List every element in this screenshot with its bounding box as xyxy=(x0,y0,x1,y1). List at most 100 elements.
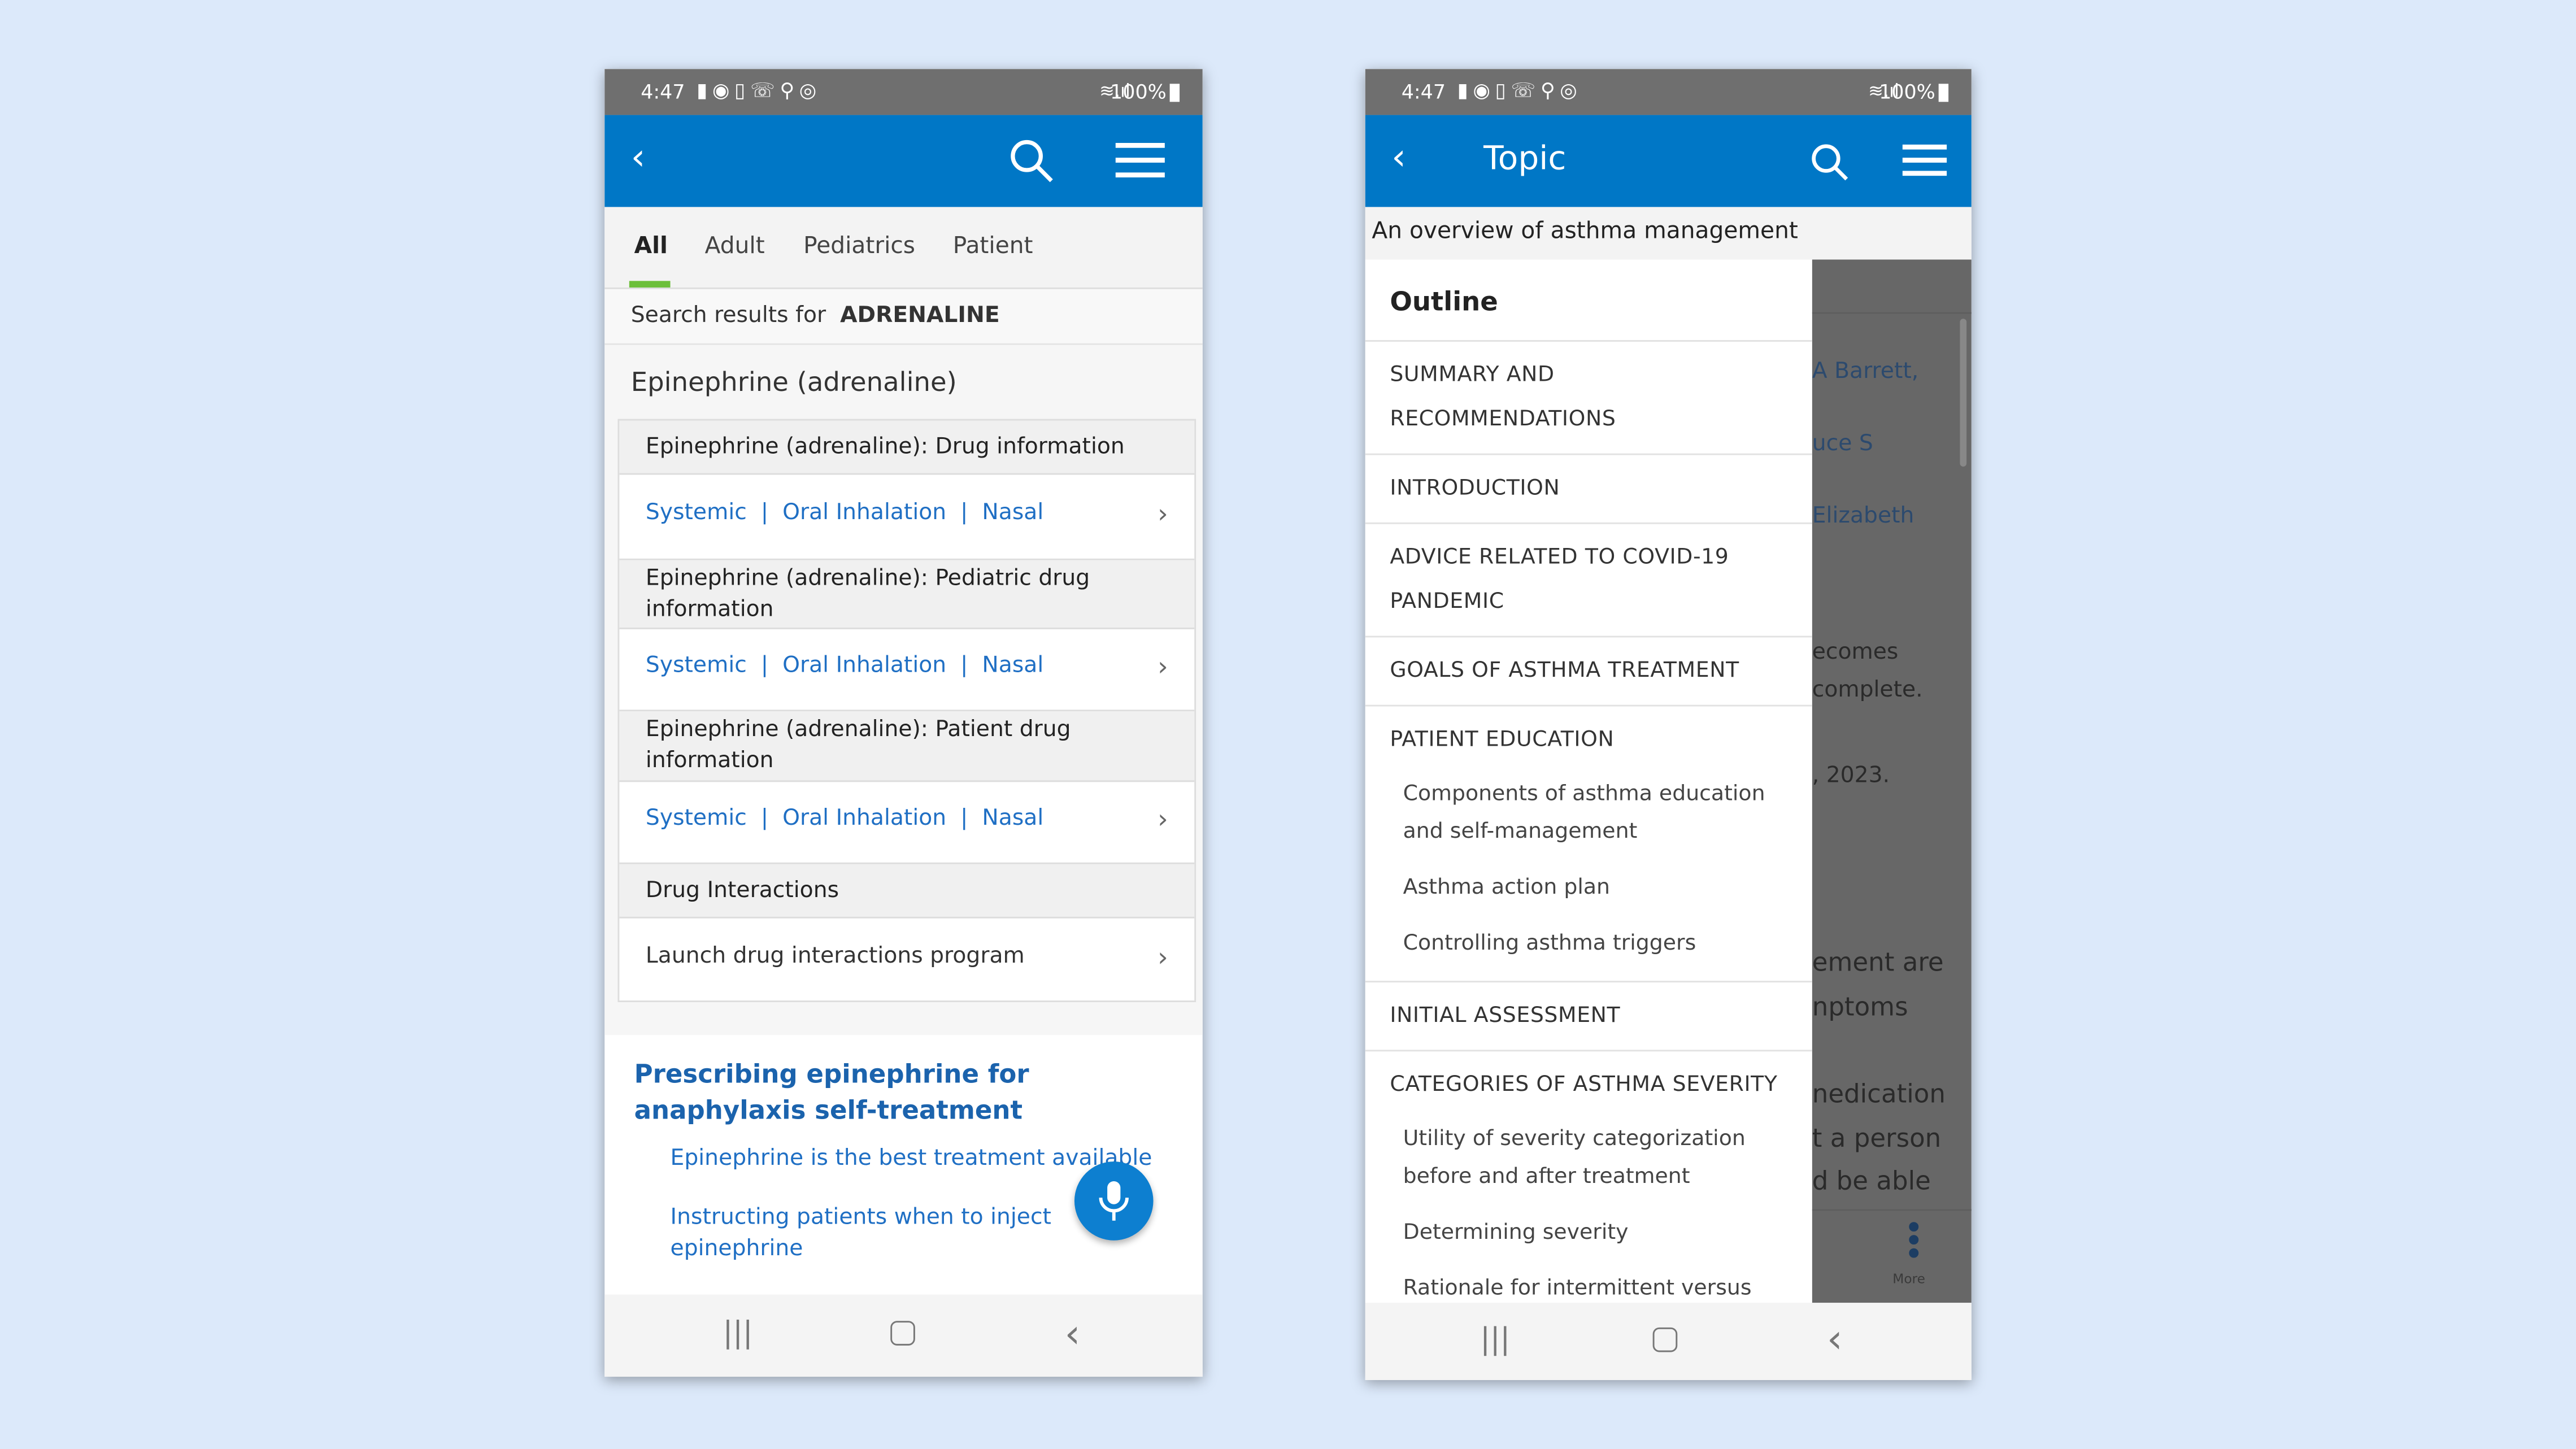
more-label[interactable]: More xyxy=(1892,1272,1925,1286)
left-phone: 4:47 ▮◉▯☏⚲◎ ≋.ıl 100% ‹ All Adult Pediat… xyxy=(604,69,1203,1377)
link-oral-inhalation[interactable]: Oral Inhalation xyxy=(782,805,946,832)
tab-adult[interactable]: Adult xyxy=(705,233,765,260)
search-icon[interactable] xyxy=(1009,138,1055,184)
tab-patient[interactable]: Patient xyxy=(953,233,1033,260)
route-links-row: Systemic | Oral Inhalation | Nasal › xyxy=(619,629,1195,712)
outline-subitem[interactable]: Controlling asthma triggers xyxy=(1403,926,1696,963)
link-oral-inhalation[interactable]: Oral Inhalation xyxy=(782,499,946,526)
chevron-right-icon[interactable]: › xyxy=(1158,941,1168,972)
outline-subitem[interactable]: Components of asthma education and self-… xyxy=(1403,777,1798,851)
outline-item[interactable]: INITIAL ASSESSMENT xyxy=(1390,994,1620,1038)
search-icon[interactable] xyxy=(1811,143,1850,182)
bg-text: nedication xyxy=(1812,1079,1946,1109)
link-nasal[interactable]: Nasal xyxy=(982,805,1043,832)
app-header: ‹ xyxy=(604,115,1203,207)
right-phone: 4:47 ▮◉▯☏⚲◎ ≋.ıl 100% ‹ Topic An overvie… xyxy=(1365,69,1972,1380)
home-icon[interactable] xyxy=(890,1321,915,1346)
link-nasal[interactable]: Nasal xyxy=(982,652,1043,679)
group-title: Epinephrine (adrenaline) xyxy=(630,366,957,398)
status-bar: 4:47 ▮◉▯☏⚲◎ ≋.ıl 100% xyxy=(1365,69,1972,115)
home-icon[interactable] xyxy=(1652,1327,1678,1352)
battery-level: 100% xyxy=(1110,80,1167,104)
outline-subitem[interactable]: Utility of severity categorization befor… xyxy=(1403,1122,1765,1196)
scrollbar[interactable] xyxy=(1960,319,1967,467)
back-icon[interactable]: ‹ xyxy=(1391,138,1406,179)
bg-text: ecomes xyxy=(1812,639,1899,665)
active-tab-indicator xyxy=(629,281,671,288)
link-oral-inhalation[interactable]: Oral Inhalation xyxy=(782,652,946,679)
bg-text: A Barrett, xyxy=(1812,358,1919,385)
bg-text: Elizabeth xyxy=(1812,502,1914,529)
result-title[interactable]: Prescribing epinephrine for anaphylaxis … xyxy=(634,1056,1160,1129)
microphone-icon xyxy=(1099,1181,1129,1221)
topic-subtitle: An overview of asthma management xyxy=(1365,207,1972,260)
bg-text: d be able xyxy=(1812,1166,1931,1196)
result-link[interactable]: Epinephrine is the best treatment availa… xyxy=(671,1145,1152,1172)
section-title: Drug Interactions xyxy=(619,864,1195,919)
status-bar: 4:47 ▮◉▯☏⚲◎ ≋.ıl 100% xyxy=(604,69,1203,115)
app-header: ‹ Topic xyxy=(1365,115,1972,207)
menu-icon[interactable] xyxy=(1902,143,1947,179)
system-nav-bar: ||| ‹ xyxy=(1365,1303,1972,1380)
page-title: Topic xyxy=(1483,138,1567,178)
outline-title: Outline xyxy=(1390,286,1498,317)
bg-text: ement are xyxy=(1812,948,1944,978)
status-time: 4:47 xyxy=(641,80,685,104)
section-title: Epinephrine (adrenaline): Patient drug i… xyxy=(619,711,1195,782)
outline-item[interactable]: INTRODUCTION xyxy=(1390,467,1560,511)
route-links-row: Systemic | Oral Inhalation | Nasal › xyxy=(619,475,1195,560)
outline-item[interactable]: ADVICE RELATED TO COVID-19 PANDEMIC xyxy=(1390,536,1768,624)
notification-icons: ▮◉▯☏⚲◎ xyxy=(1457,79,1582,102)
chevron-right-icon[interactable]: › xyxy=(1158,651,1168,682)
tab-pediatrics[interactable]: Pediatrics xyxy=(803,233,915,260)
link-systemic[interactable]: Systemic xyxy=(646,805,747,832)
outline-item[interactable]: CATEGORIES OF ASTHMA SEVERITY xyxy=(1390,1063,1777,1108)
search-summary: Search results for ADRENALINE xyxy=(604,289,1203,345)
separator: | xyxy=(760,499,769,526)
outline-item[interactable]: GOALS OF ASTHMA TREATMENT xyxy=(1390,649,1739,694)
launch-interactions-link[interactable]: Launch drug interactions program xyxy=(646,943,1025,969)
drug-card: Epinephrine (adrenaline): Drug informati… xyxy=(617,419,1196,1003)
recent-apps-icon[interactable]: ||| xyxy=(723,1316,753,1350)
status-time: 4:47 xyxy=(1401,80,1446,104)
battery-icon xyxy=(1938,84,1949,102)
outline-subitem[interactable]: Determining severity xyxy=(1403,1216,1629,1252)
back-icon[interactable]: ‹ xyxy=(631,138,646,179)
notification-icons: ▮◉▯☏⚲◎ xyxy=(697,79,821,102)
link-systemic[interactable]: Systemic xyxy=(646,652,747,679)
separator: | xyxy=(760,652,769,679)
chevron-right-icon[interactable]: › xyxy=(1158,498,1168,529)
more-icon[interactable]: • • • xyxy=(1904,1211,1924,1270)
battery-icon xyxy=(1169,84,1180,102)
outline-subitem[interactable]: Asthma action plan xyxy=(1403,871,1610,907)
menu-icon[interactable] xyxy=(1115,141,1165,181)
separator: | xyxy=(760,805,769,832)
back-nav-icon[interactable]: ‹ xyxy=(1065,1311,1081,1357)
search-label: Search results for xyxy=(630,302,826,329)
result-link[interactable]: Instructing patients when to inject epin… xyxy=(671,1203,1081,1265)
section-title: Epinephrine (adrenaline): Drug informati… xyxy=(619,420,1195,475)
bg-text: uce S xyxy=(1812,430,1873,457)
launch-interactions-row[interactable]: Launch drug interactions program › xyxy=(619,919,1194,1002)
outline-subitem[interactable]: Rationale for intermittent versus xyxy=(1403,1272,1752,1303)
chevron-right-icon[interactable]: › xyxy=(1158,803,1168,834)
link-nasal[interactable]: Nasal xyxy=(982,499,1043,526)
section-title: Epinephrine (adrenaline): Pediatric drug… xyxy=(619,560,1195,629)
link-systemic[interactable]: Systemic xyxy=(646,499,747,526)
tab-all[interactable]: All xyxy=(634,233,668,260)
separator: | xyxy=(960,805,968,832)
bg-text: , 2023. xyxy=(1812,762,1890,789)
system-nav-bar: ||| ‹ xyxy=(604,1294,1203,1377)
route-links-row: Systemic | Oral Inhalation | Nasal › xyxy=(619,782,1195,864)
separator: | xyxy=(960,499,968,526)
battery-level: 100% xyxy=(1879,80,1935,104)
back-nav-icon[interactable]: ‹ xyxy=(1827,1316,1843,1361)
separator: | xyxy=(960,652,968,679)
filter-tabs: All Adult Pediatrics Patient xyxy=(604,207,1203,289)
outline-item[interactable]: PATIENT EDUCATION xyxy=(1390,718,1614,763)
microphone-button[interactable] xyxy=(1074,1161,1154,1241)
content-overlay[interactable]: A Barrett, uce S Elizabeth ecomes comple… xyxy=(1812,259,1972,1303)
outline-item[interactable]: SUMMARY AND RECOMMENDATIONS xyxy=(1390,353,1718,442)
bg-text: complete. xyxy=(1812,677,1923,703)
recent-apps-icon[interactable]: ||| xyxy=(1480,1322,1510,1357)
